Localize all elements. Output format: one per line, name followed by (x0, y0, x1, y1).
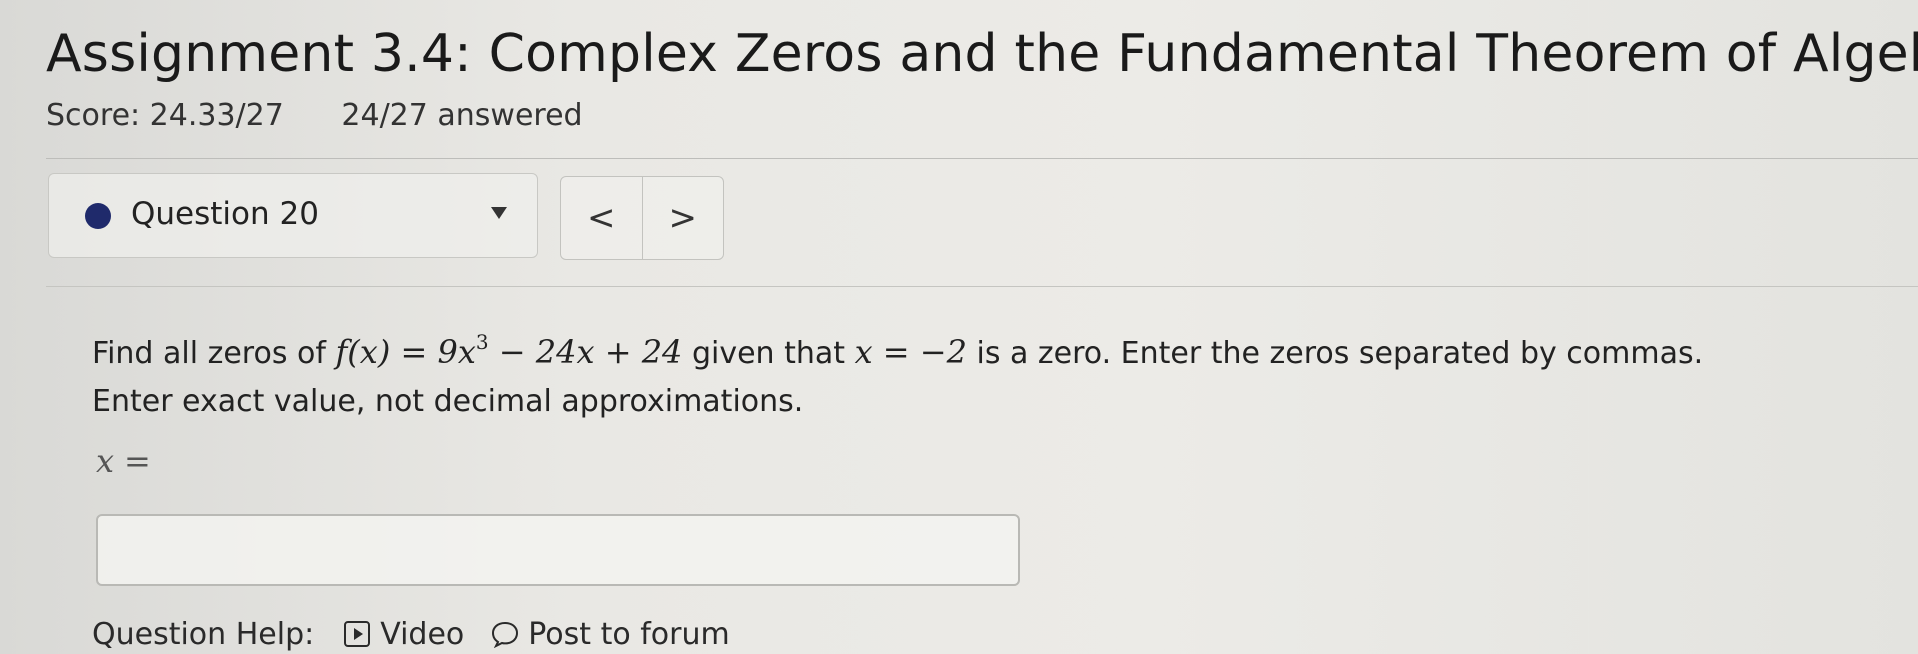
assignment-page: Assignment 3.4: Complex Zeros and the Fu… (0, 0, 1918, 652)
speech-bubble-icon (492, 621, 519, 648)
video-help-label: Video (380, 616, 465, 652)
function-exponent: 3 (475, 330, 489, 354)
prompt-text-before: Find all zeros of (92, 336, 326, 371)
answer-variable: x (96, 442, 115, 480)
post-to-forum-label: Post to forum (528, 616, 730, 652)
question-select-label: Question 20 (131, 196, 319, 232)
answered-count: 24/27 answered (341, 98, 583, 133)
answer-equals: = (124, 442, 151, 480)
question-select-dropdown[interactable]: Question 20 (48, 173, 538, 258)
answer-input[interactable] (96, 514, 1020, 586)
score-summary: Score: 24.33/27 24/27 answered (46, 98, 583, 133)
question-status-dot-icon (85, 203, 111, 229)
question-help-label: Question Help: (92, 616, 315, 652)
given-zero: x = −2 (854, 333, 967, 371)
assignment-title: Assignment 3.4: Complex Zeros and the Fu… (46, 24, 1918, 84)
question-divider (46, 286, 1918, 287)
next-question-button[interactable]: > (643, 177, 724, 259)
header-divider (46, 158, 1918, 159)
function-expression: f(x) = 9x3 − 24x + 24 (335, 330, 683, 371)
post-to-forum-link[interactable]: Post to forum (490, 616, 730, 652)
score-text: Score: 24.33/27 (46, 98, 284, 133)
question-nav: < > (560, 176, 724, 260)
video-help-link[interactable]: Video (344, 617, 464, 652)
caret-down-icon (491, 207, 507, 219)
video-play-icon (344, 621, 371, 647)
function-lhs: f(x) = 9x (335, 333, 476, 371)
previous-question-button[interactable]: < (561, 177, 643, 259)
question-help: Question Help: Video Post to forum (92, 614, 756, 654)
answer-variable-label: x = (96, 442, 151, 480)
function-rhs: − 24x + 24 (488, 333, 683, 371)
prompt-text-middle: given that (691, 336, 846, 371)
question-prompt: Find all zeros of f(x) = 9x3 − 24x + 24 … (92, 318, 1792, 426)
